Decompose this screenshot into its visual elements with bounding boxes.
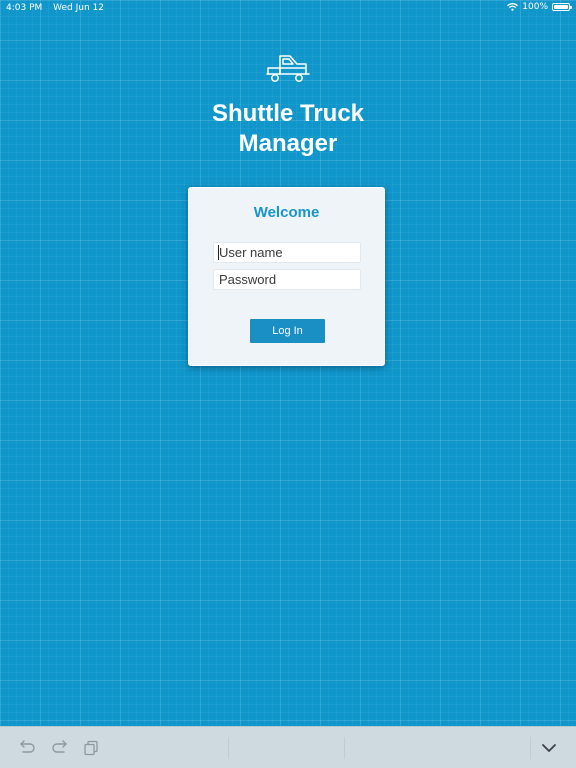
wifi-icon xyxy=(507,3,519,11)
status-left: 4:03 PM Wed Jun 12 xyxy=(6,3,104,13)
status-bar: 4:03 PM Wed Jun 12 100% xyxy=(0,0,576,18)
shuttle-truck-icon xyxy=(266,55,310,82)
app-title-line-1: Shuttle Truck xyxy=(211,100,365,127)
status-time: 4:03 PM xyxy=(6,3,43,13)
bar-divider xyxy=(344,737,345,759)
battery-icon xyxy=(552,3,572,11)
welcome-heading: Welcome xyxy=(253,204,320,221)
login-card: Welcome Log In xyxy=(188,187,385,366)
undo-icon[interactable] xyxy=(18,739,36,757)
login-button[interactable]: Log In xyxy=(250,319,325,343)
bar-divider xyxy=(530,737,531,759)
battery-level xyxy=(554,5,568,9)
username-field[interactable] xyxy=(213,242,361,263)
text-cursor xyxy=(218,245,219,260)
bar-divider xyxy=(228,737,229,759)
keyboard-shortcut-bar xyxy=(0,726,576,768)
app-title: Shuttle Truck Manager xyxy=(0,99,576,159)
status-date: Wed Jun 12 xyxy=(53,3,104,13)
password-field[interactable] xyxy=(213,269,361,290)
app-title-line-2: Manager xyxy=(238,130,338,157)
status-right: 100% xyxy=(507,2,572,12)
battery-percentage: 100% xyxy=(522,2,548,12)
keyboard-dismiss-icon[interactable] xyxy=(540,739,558,757)
redo-icon[interactable] xyxy=(51,739,69,757)
paste-icon[interactable] xyxy=(82,739,100,757)
